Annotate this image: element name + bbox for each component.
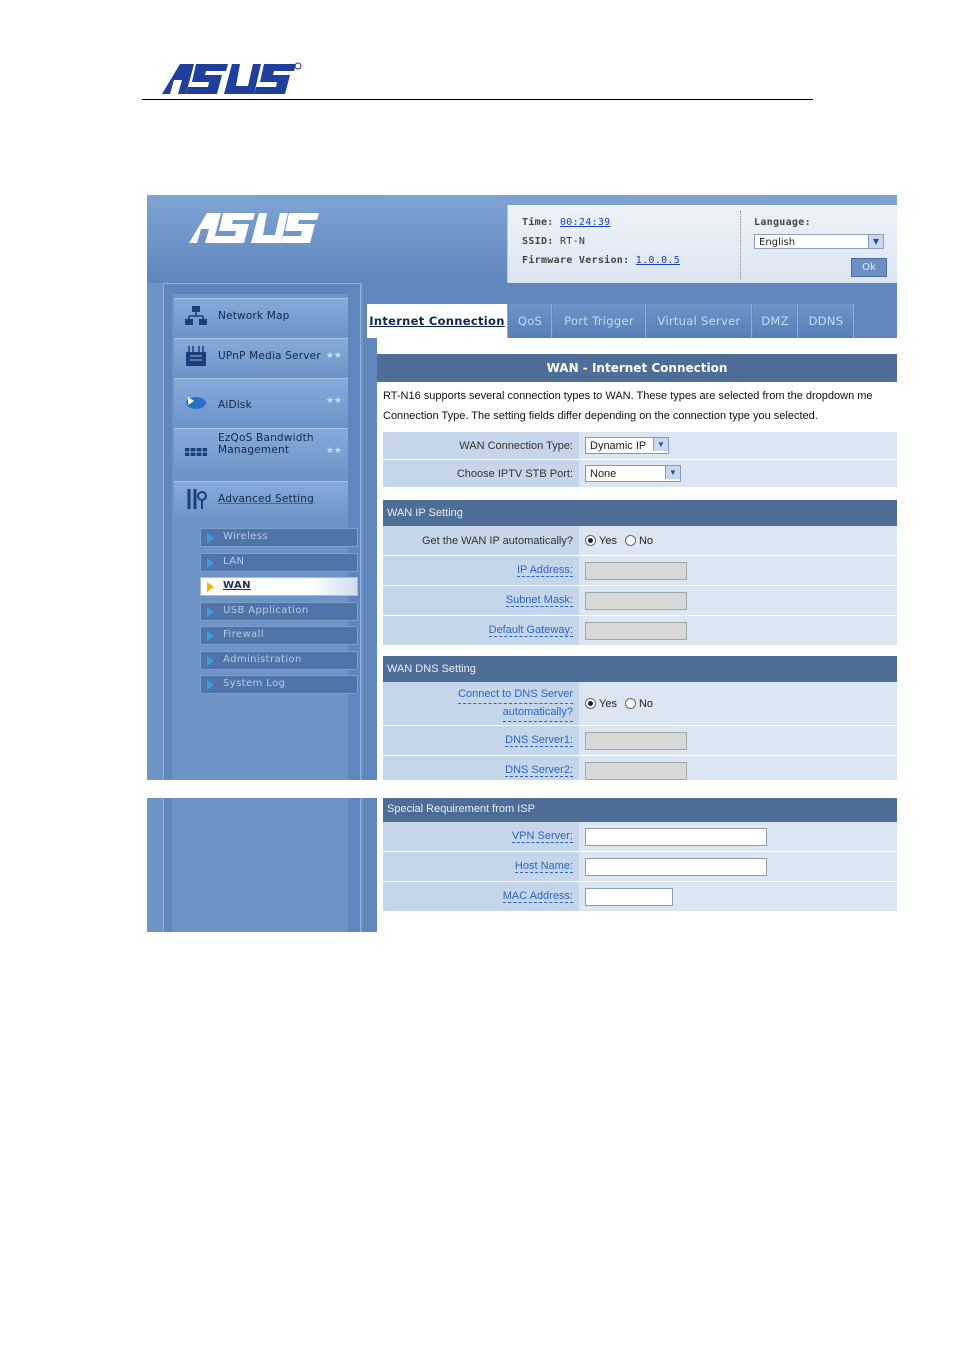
dns-server1-row: DNS Server1: bbox=[383, 726, 897, 756]
menu-item-network-map[interactable]: Network Map bbox=[174, 298, 348, 333]
wan-ip-auto-no-radio[interactable] bbox=[624, 535, 636, 546]
iptv-port-label: Choose IPTV STB Port: bbox=[383, 460, 579, 487]
lang-divider bbox=[740, 211, 742, 279]
router-screenshot: Time: 00:24:39 SSID: RT-N Firmware Versi… bbox=[147, 195, 897, 932]
tab-qos[interactable]: QoS bbox=[509, 304, 552, 338]
ip-address-row: IP Address: bbox=[383, 556, 897, 586]
firmware-line: Firmware Version: 1.0.0.5 bbox=[522, 255, 681, 266]
submenu-system-log[interactable]: System Log bbox=[200, 675, 358, 694]
wan-ip-auto-label: Get the WAN IP automatically? bbox=[383, 526, 579, 555]
asus-doc-logo bbox=[162, 62, 302, 94]
chevron-down-icon: ▼ bbox=[665, 466, 680, 479]
wan-connection-type-row: WAN Connection Type: Dynamic IP ▼ bbox=[383, 432, 897, 460]
ssid-line: SSID: RT-N bbox=[522, 236, 586, 247]
host-name-row: Host Name: bbox=[383, 852, 897, 882]
stars-icon: ★★ bbox=[325, 446, 342, 456]
dns-auto-yes-radio[interactable] bbox=[585, 698, 596, 709]
arrow-right-icon bbox=[207, 631, 214, 641]
wan-ip-auto-yes-radio[interactable] bbox=[585, 535, 596, 546]
dns-auto-label: Connect to DNS Server automatically? bbox=[383, 682, 579, 725]
stars-icon: ★★ bbox=[325, 396, 342, 406]
dns-server1-input[interactable] bbox=[585, 731, 687, 750]
stars-icon: ★★ bbox=[325, 351, 342, 361]
chevron-down-icon: ▼ bbox=[868, 235, 883, 248]
arrow-right-icon bbox=[207, 582, 214, 592]
language-ok-button[interactable]: Ok bbox=[851, 258, 887, 277]
time-line: Time: 00:24:39 bbox=[522, 217, 611, 228]
dns-server2-input[interactable] bbox=[585, 761, 687, 780]
isp-heading: Special Requirement from ISP bbox=[383, 796, 897, 822]
menu-item-aidisk[interactable]: AiDisk ★★ bbox=[174, 378, 348, 423]
tab-ddns[interactable]: DDNS bbox=[799, 304, 854, 338]
vpn-server-label: VPN Server: bbox=[383, 822, 579, 851]
iptv-port-row: Choose IPTV STB Port: None ▼ bbox=[383, 460, 897, 488]
subnet-mask-row: Subnet Mask: bbox=[383, 586, 897, 616]
tab-virtual-server[interactable]: Virtual Server bbox=[647, 304, 752, 338]
ezqos-icon bbox=[185, 448, 207, 456]
submenu-wan[interactable]: WAN bbox=[200, 577, 358, 596]
subnet-mask-label: Subnet Mask: bbox=[383, 586, 579, 615]
language-label: Language: bbox=[754, 217, 811, 228]
arrow-right-icon bbox=[207, 533, 214, 543]
wan-connection-type-select[interactable]: Dynamic IP ▼ bbox=[585, 437, 669, 454]
host-name-label: Host Name: bbox=[383, 852, 579, 881]
advanced-setting-icon bbox=[187, 489, 207, 509]
header-rule bbox=[142, 99, 813, 100]
tab-internet-connection[interactable]: Internet Connection bbox=[367, 304, 508, 338]
default-gateway-label: Default Gateway: bbox=[383, 616, 579, 645]
mac-address-label: MAC Address: bbox=[383, 882, 579, 911]
mac-address-input[interactable] bbox=[585, 887, 673, 906]
vpn-server-row: VPN Server: bbox=[383, 822, 897, 852]
default-gateway-row: Default Gateway: bbox=[383, 616, 897, 646]
iptv-port-select[interactable]: None ▼ bbox=[585, 465, 681, 482]
tab-dmz[interactable]: DMZ bbox=[753, 304, 798, 338]
vpn-server-input[interactable] bbox=[585, 827, 767, 846]
torn-edge bbox=[147, 780, 897, 798]
page-title: WAN - Internet Connection bbox=[377, 354, 897, 382]
dns-server1-label: DNS Server1: bbox=[383, 726, 579, 755]
dns-auto-no-radio[interactable] bbox=[624, 698, 636, 709]
dns-auto-row: Connect to DNS Server automatically? Yes… bbox=[383, 682, 897, 726]
aidisk-icon bbox=[186, 397, 206, 409]
default-gateway-input[interactable] bbox=[585, 621, 687, 640]
language-select[interactable]: English ▼ bbox=[754, 234, 884, 249]
submenu-usb-application[interactable]: USB Application bbox=[200, 602, 358, 621]
sidebar: Network Map UPnP Media Server ★★ AiDisk … bbox=[163, 283, 361, 932]
subnet-mask-input[interactable] bbox=[585, 591, 687, 610]
wan-ip-auto-row: Get the WAN IP automatically? Yes No bbox=[383, 526, 897, 556]
tab-bar: Internet Connection QoS Port Trigger Vir… bbox=[367, 304, 897, 338]
status-panel: Time: 00:24:39 SSID: RT-N Firmware Versi… bbox=[507, 205, 897, 283]
menu-item-upnp-media-server[interactable]: UPnP Media Server ★★ bbox=[174, 338, 348, 373]
wan-dns-heading: WAN DNS Setting bbox=[383, 656, 897, 682]
upnp-media-icon bbox=[186, 346, 206, 366]
ssid-value: RT-N bbox=[559, 236, 586, 247]
time-link[interactable]: 00:24:39 bbox=[560, 217, 611, 228]
menu-item-advanced-setting[interactable]: Advanced Setting bbox=[174, 481, 348, 516]
ip-address-input[interactable] bbox=[585, 561, 687, 580]
wan-connection-type-label: WAN Connection Type: bbox=[383, 432, 579, 459]
menu-item-ezqos[interactable]: EzQoS Bandwidth Management ★★ bbox=[174, 428, 348, 473]
main-area: Internet Connection QoS Port Trigger Vir… bbox=[363, 283, 897, 932]
content-panel: WAN - Internet Connection RT-N16 support… bbox=[377, 338, 897, 932]
host-name-input[interactable] bbox=[585, 857, 767, 876]
banner: Time: 00:24:39 SSID: RT-N Firmware Versi… bbox=[147, 195, 897, 283]
arrow-right-icon bbox=[207, 680, 214, 690]
arrow-right-icon bbox=[207, 656, 214, 666]
mac-address-row: MAC Address: bbox=[383, 882, 897, 912]
chevron-down-icon: ▼ bbox=[653, 438, 668, 451]
arrow-right-icon bbox=[207, 607, 214, 617]
tab-port-trigger[interactable]: Port Trigger bbox=[553, 304, 646, 338]
submenu-lan[interactable]: LAN bbox=[200, 553, 358, 572]
submenu-wireless[interactable]: Wireless bbox=[200, 528, 358, 547]
submenu-administration[interactable]: Administration bbox=[200, 651, 358, 670]
intro-text: RT-N16 supports several connection types… bbox=[383, 390, 873, 422]
ip-address-label: IP Address: bbox=[383, 556, 579, 585]
firmware-link[interactable]: 1.0.0.5 bbox=[636, 255, 680, 266]
asus-banner-logo bbox=[189, 213, 319, 243]
arrow-right-icon bbox=[207, 558, 214, 568]
network-map-icon bbox=[185, 306, 207, 325]
wan-ip-heading: WAN IP Setting bbox=[383, 500, 897, 526]
submenu-firewall[interactable]: Firewall bbox=[200, 626, 358, 645]
